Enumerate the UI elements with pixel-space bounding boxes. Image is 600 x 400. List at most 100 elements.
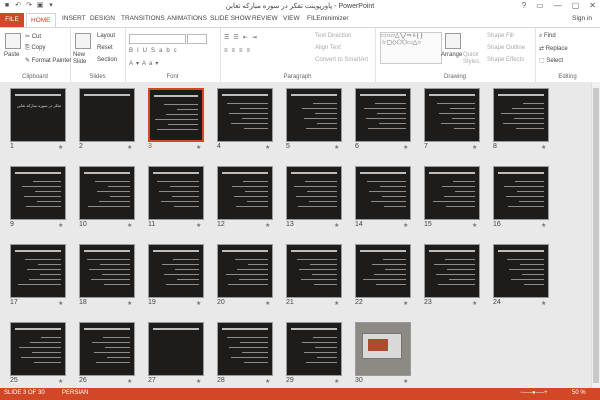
align-text-button[interactable]: Align Text xyxy=(315,45,341,51)
replace-button[interactable]: ⇄ Replace xyxy=(539,45,568,52)
slide-thumbnail-item[interactable]: 18 ★ xyxy=(79,244,135,314)
slide-thumbnail[interactable] xyxy=(148,88,204,142)
vertical-scrollbar[interactable] xyxy=(591,82,600,388)
slide-thumbnail-item[interactable]: 17 ★ xyxy=(10,244,66,314)
select-button[interactable]: ⬚ Select xyxy=(539,57,563,64)
copy-button[interactable]: ⎘ Copy xyxy=(25,45,45,52)
slide-thumbnail-item[interactable]: 26 ★ xyxy=(79,322,135,392)
slide-thumbnail-item[interactable]: 3 ★ xyxy=(148,88,204,158)
slide-thumbnail-item[interactable]: 23 ★ xyxy=(424,244,480,314)
maximize-button[interactable]: ▢ xyxy=(572,1,580,10)
transition-star-icon[interactable]: ★ xyxy=(472,144,477,151)
transition-star-icon[interactable]: ★ xyxy=(58,144,63,151)
zoom-level[interactable]: 50 % xyxy=(572,390,586,396)
transition-star-icon[interactable]: ★ xyxy=(472,300,477,307)
slide-thumbnail[interactable] xyxy=(79,322,135,376)
slide-thumbnail-item[interactable]: 22 ★ xyxy=(355,244,411,314)
arrange-button[interactable]: Arrange xyxy=(441,52,462,58)
transition-star-icon[interactable]: ★ xyxy=(334,378,339,385)
slide-thumbnail[interactable]: تفکر در سوره مبارکه تغابن xyxy=(10,88,66,142)
transition-star-icon[interactable]: ★ xyxy=(403,300,408,307)
paste-icon[interactable] xyxy=(5,33,21,49)
slide-thumbnail-item[interactable]: 21 ★ xyxy=(286,244,342,314)
slide-thumbnail[interactable] xyxy=(286,166,342,220)
transition-star-icon[interactable]: ★ xyxy=(403,222,408,229)
transition-star-icon[interactable]: ★ xyxy=(403,378,408,385)
transition-star-icon[interactable]: ★ xyxy=(334,222,339,229)
slide-thumbnail[interactable] xyxy=(424,244,480,298)
transition-star-icon[interactable]: ★ xyxy=(265,222,270,229)
transition-star-icon[interactable]: ★ xyxy=(334,144,339,151)
new-slide-icon[interactable] xyxy=(75,33,91,49)
tab-slide-show[interactable]: SLIDE SHOW xyxy=(210,15,251,22)
tab-insert[interactable]: INSERT xyxy=(62,15,86,22)
slide-thumbnail-item[interactable]: 14 ★ xyxy=(355,166,411,236)
slide-thumbnail-item[interactable]: 10 ★ xyxy=(79,166,135,236)
arrange-icon[interactable] xyxy=(445,33,461,49)
slide-thumbnail[interactable] xyxy=(424,88,480,142)
format-painter-button[interactable]: ✎ Format Painter xyxy=(25,57,71,64)
transition-star-icon[interactable]: ★ xyxy=(265,144,270,151)
slide-thumbnail-item[interactable]: تفکر در سوره مبارکه تغابن 1 ★ xyxy=(10,88,66,158)
slide-thumbnail-item[interactable]: 29 ★ xyxy=(286,322,342,392)
slide-thumbnail[interactable] xyxy=(424,166,480,220)
slide-thumbnail[interactable] xyxy=(148,244,204,298)
cut-button[interactable]: ✂ Cut xyxy=(25,33,41,40)
new-slide-button[interactable]: New Slide xyxy=(73,52,95,66)
layout-button[interactable]: Layout xyxy=(97,33,115,39)
transition-star-icon[interactable]: ★ xyxy=(127,300,132,307)
close-button[interactable]: ✕ xyxy=(589,1,596,10)
tab-review[interactable]: REVIEW xyxy=(252,15,278,22)
zoom-slider[interactable]: −──●──+ xyxy=(520,390,548,396)
tab-home[interactable]: HOME xyxy=(26,13,56,27)
slide-thumbnail-item[interactable]: 8 ★ xyxy=(493,88,549,158)
slide-thumbnail-item[interactable]: 16 ★ xyxy=(493,166,549,236)
transition-star-icon[interactable]: ★ xyxy=(127,222,132,229)
slide-thumbnail-item[interactable]: 4 ★ xyxy=(217,88,273,158)
slide-thumbnail[interactable] xyxy=(217,244,273,298)
transition-star-icon[interactable]: ★ xyxy=(58,300,63,307)
slide-thumbnail[interactable] xyxy=(355,244,411,298)
slide-thumbnail[interactable] xyxy=(217,322,273,376)
convert-smartart-button[interactable]: Convert to SmartArt xyxy=(315,57,368,63)
tab-transitions[interactable]: TRANSITIONS xyxy=(121,15,165,22)
slide-thumbnail[interactable] xyxy=(286,88,342,142)
tab-view[interactable]: VIEW xyxy=(283,15,300,22)
slide-thumbnail[interactable] xyxy=(355,88,411,142)
slide-thumbnail[interactable] xyxy=(493,166,549,220)
slide-thumbnail-item[interactable]: 9 ★ xyxy=(10,166,66,236)
transition-star-icon[interactable]: ★ xyxy=(196,300,201,307)
transition-star-icon[interactable]: ★ xyxy=(127,378,132,385)
slide-thumbnail-item[interactable]: 28 ★ xyxy=(217,322,273,392)
slide-thumbnail-item[interactable]: 12 ★ xyxy=(217,166,273,236)
slide-thumbnail[interactable] xyxy=(79,88,135,142)
shape-outline-button[interactable]: Shape Outline xyxy=(487,45,525,51)
slide-thumbnail[interactable] xyxy=(10,322,66,376)
transition-star-icon[interactable]: ★ xyxy=(58,378,63,385)
slide-thumbnail[interactable] xyxy=(493,244,549,298)
slide-thumbnail-item[interactable]: 5 ★ xyxy=(286,88,342,158)
slide-thumbnail-item[interactable]: 2 ★ xyxy=(79,88,135,158)
reset-button[interactable]: Reset xyxy=(97,45,113,51)
slide-thumbnail-item[interactable]: 30 ★ xyxy=(355,322,411,392)
slide-thumbnail[interactable] xyxy=(79,166,135,220)
slide-thumbnail[interactable] xyxy=(148,166,204,220)
slide-thumbnail-item[interactable]: 27 ★ xyxy=(148,322,204,392)
font-size-select[interactable] xyxy=(187,34,207,44)
slide-thumbnail-item[interactable]: 19 ★ xyxy=(148,244,204,314)
scrollbar-thumb[interactable] xyxy=(593,88,599,383)
slide-thumbnail[interactable] xyxy=(493,88,549,142)
slide-thumbnail[interactable] xyxy=(10,244,66,298)
slide-thumbnail[interactable] xyxy=(286,244,342,298)
quick-styles-button[interactable]: Quick Styles xyxy=(463,52,485,66)
tab-animations[interactable]: ANIMATIONS xyxy=(167,15,207,22)
slide-thumbnail-item[interactable]: 25 ★ xyxy=(10,322,66,392)
slide-thumbnail[interactable] xyxy=(79,244,135,298)
transition-star-icon[interactable]: ★ xyxy=(127,144,132,151)
slide-thumbnail[interactable] xyxy=(286,322,342,376)
slide-thumbnail-item[interactable]: 20 ★ xyxy=(217,244,273,314)
slide-thumbnail[interactable] xyxy=(217,166,273,220)
transition-star-icon[interactable]: ★ xyxy=(196,222,201,229)
slide-thumbnail[interactable] xyxy=(355,322,411,376)
slide-thumbnail-item[interactable]: 15 ★ xyxy=(424,166,480,236)
